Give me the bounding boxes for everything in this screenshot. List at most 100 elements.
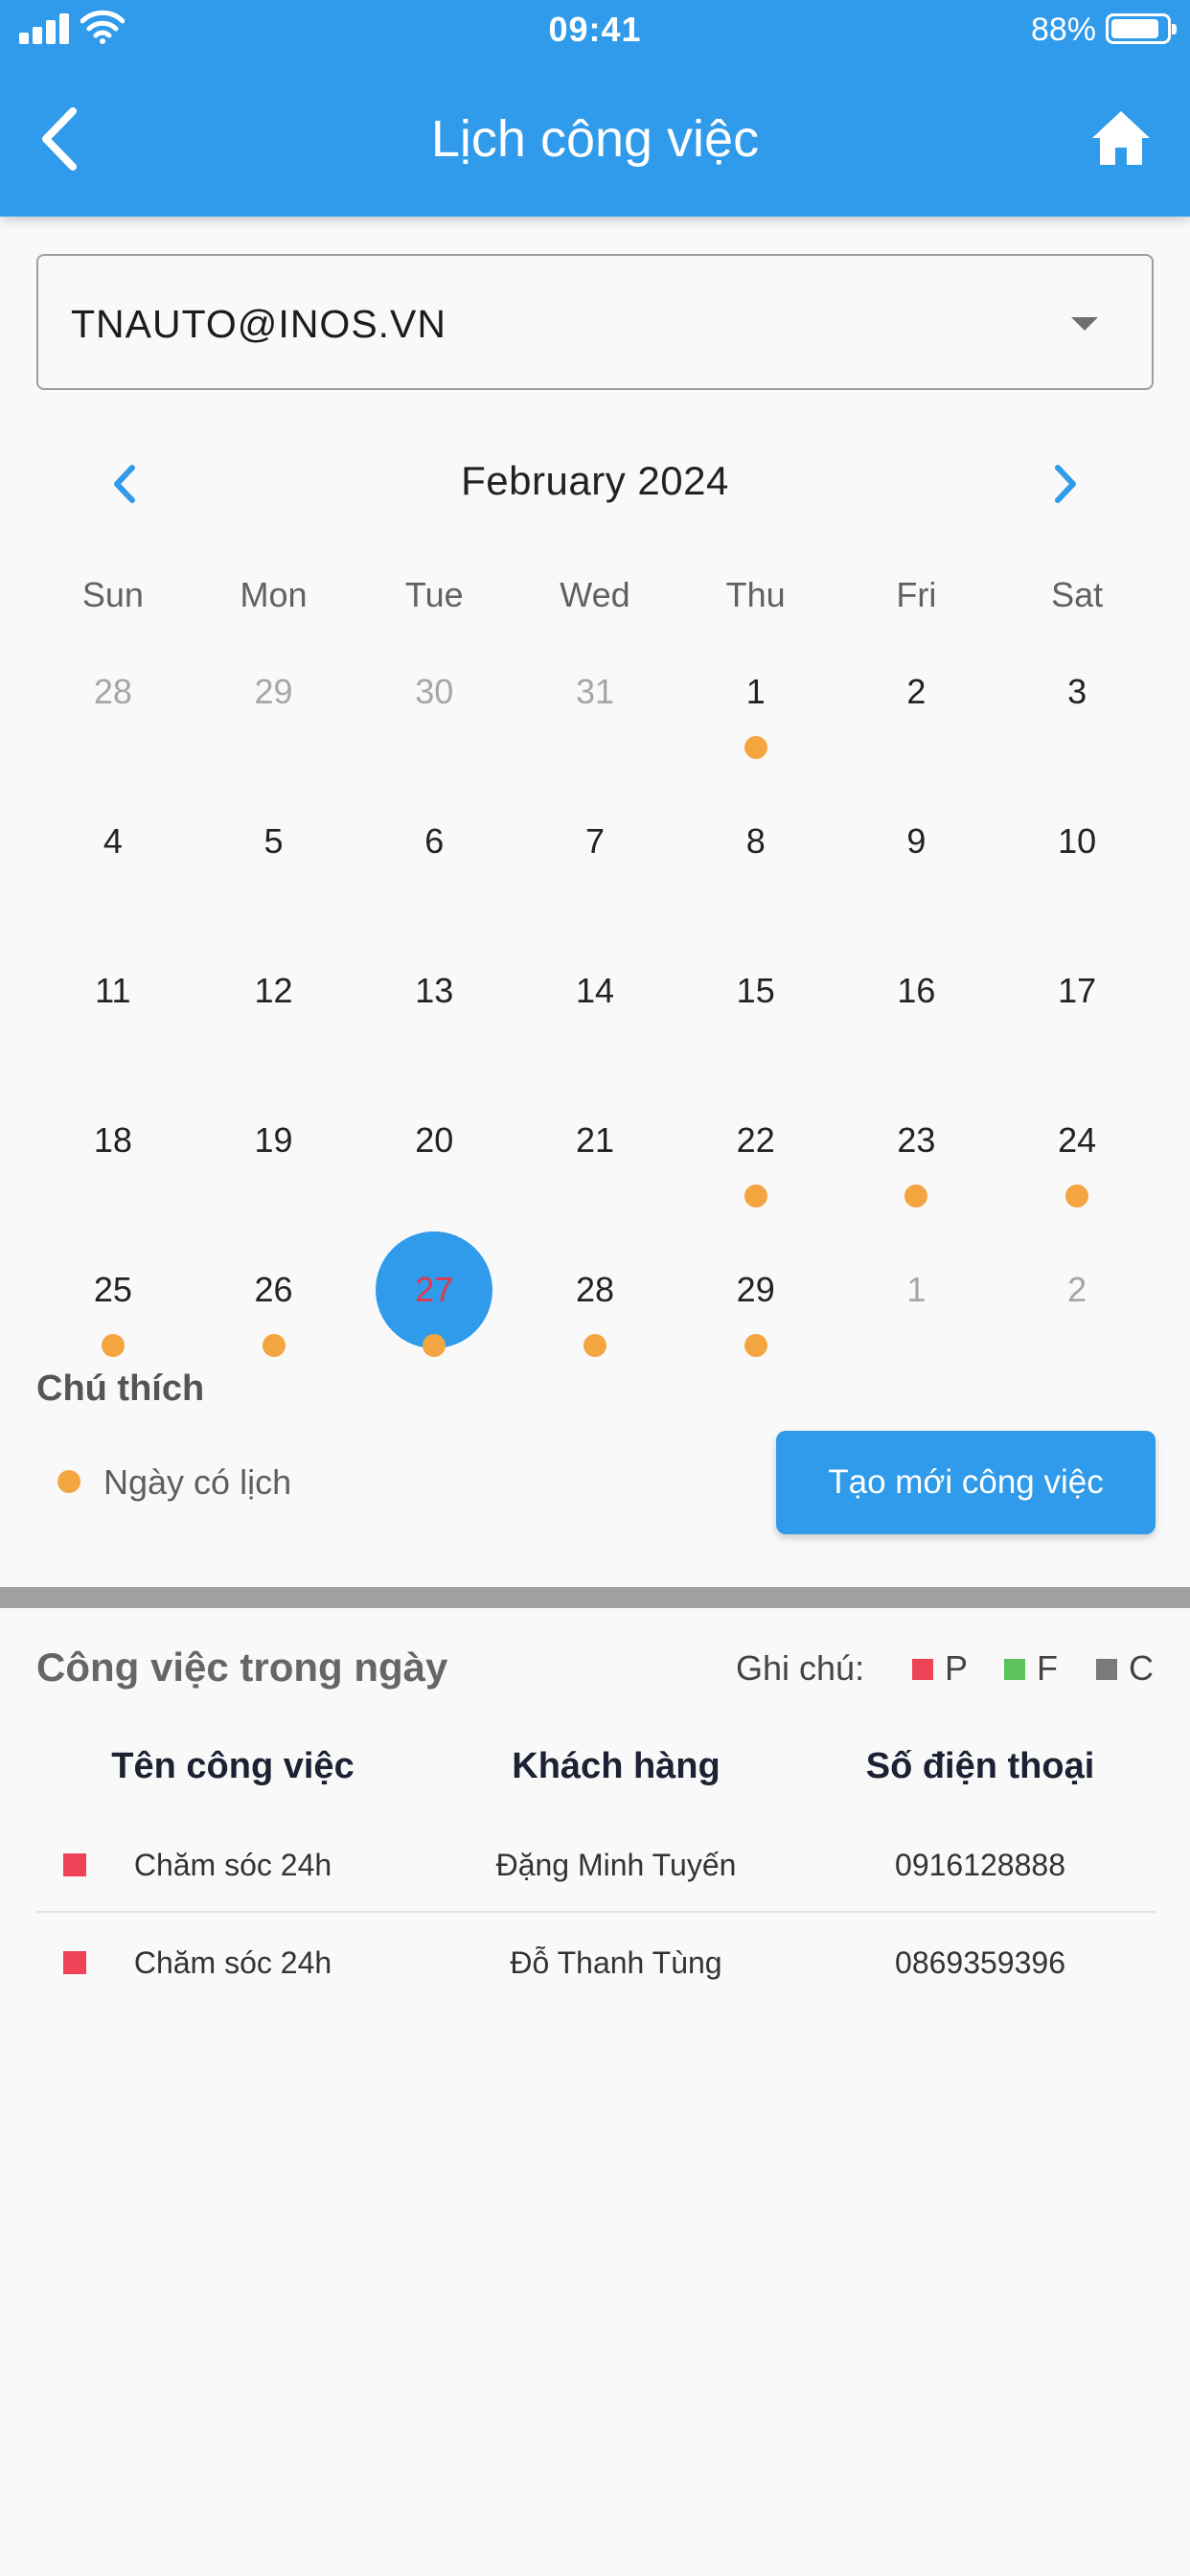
- calendar-day[interactable]: 26: [194, 1230, 355, 1380]
- day-number: 5: [263, 821, 284, 861]
- calendar-day[interactable]: 13: [354, 932, 515, 1081]
- day-number: 18: [93, 1120, 132, 1160]
- calendar-day[interactable]: 28: [33, 632, 194, 782]
- event-dot-icon: [904, 1184, 928, 1208]
- calendar-days-grid: 28 29 30 31 1 2 3 4 5 6 7 8 9 10 11 12 13 14 15 16 17 18 19 20 2…: [33, 632, 1157, 1380]
- day-number: 27: [415, 1270, 454, 1309]
- calendar-day[interactable]: 1: [675, 632, 836, 782]
- day-number: 24: [1058, 1120, 1097, 1160]
- event-dot-icon: [583, 1334, 606, 1357]
- day-number: 1: [906, 1270, 927, 1309]
- table-row[interactable]: Chăm sóc 24h Đặng Minh Tuyến 0916128888: [36, 1815, 1156, 1913]
- status-c-square-icon: [1096, 1659, 1117, 1680]
- status-square-icon: [63, 1951, 86, 1974]
- day-number: 15: [736, 971, 775, 1010]
- section-divider: [0, 1587, 1190, 1608]
- event-dot-icon: [744, 1334, 767, 1357]
- calendar-day[interactable]: 20: [354, 1081, 515, 1230]
- day-number: 20: [415, 1120, 454, 1160]
- customer-cell: Đặng Minh Tuyến: [495, 1848, 737, 1882]
- calendar-day[interactable]: 10: [996, 782, 1157, 932]
- app-bar: Lịch công việc: [0, 59, 1190, 217]
- calendar-day[interactable]: 3: [996, 632, 1157, 782]
- calendar-day[interactable]: 2: [836, 632, 997, 782]
- day-number: 25: [93, 1270, 132, 1309]
- create-task-button[interactable]: Tạo mới công việc: [776, 1431, 1156, 1534]
- event-dot-icon: [262, 1334, 286, 1357]
- day-number: 22: [736, 1120, 775, 1160]
- calendar-day[interactable]: 29: [675, 1230, 836, 1380]
- tasks-section-title: Công việc trong ngày: [36, 1644, 448, 1690]
- day-number: 28: [575, 1270, 615, 1309]
- calendar-day[interactable]: 12: [194, 932, 355, 1081]
- day-number: 10: [1058, 821, 1097, 861]
- calendar-day[interactable]: 6: [354, 782, 515, 932]
- day-number: 2: [906, 672, 927, 711]
- weekday-header-row: Sun Mon Tue Wed Thu Fri Sat: [33, 575, 1157, 615]
- day-number: 2: [1067, 1270, 1087, 1309]
- day-number: 26: [254, 1270, 293, 1309]
- calendar-day[interactable]: 18: [33, 1081, 194, 1230]
- caret-down-icon: [1071, 317, 1098, 331]
- day-number: 3: [1067, 672, 1087, 711]
- calendar-day[interactable]: 15: [675, 932, 836, 1081]
- table-row[interactable]: Chăm sóc 24h Đỗ Thanh Tùng 0869359396: [36, 1913, 1156, 2011]
- calendar-day[interactable]: 28: [515, 1230, 675, 1380]
- column-header-customer: Khách hàng: [512, 1746, 721, 1786]
- calendar-day[interactable]: 22: [675, 1081, 836, 1230]
- day-number: 14: [575, 971, 615, 1010]
- status-f-square-icon: [1004, 1659, 1025, 1680]
- calendar-day[interactable]: 5: [194, 782, 355, 932]
- day-number: 16: [897, 971, 936, 1010]
- calendar-month-label: February 2024: [461, 458, 729, 503]
- calendar-header: February 2024: [0, 450, 1190, 518]
- phone-cell: 0916128888: [895, 1848, 1065, 1882]
- legend-label: Ngày có lịch: [103, 1462, 292, 1502]
- customer-cell: Đỗ Thanh Tùng: [510, 1945, 722, 1980]
- column-header-phone: Số điện thoại: [865, 1746, 1095, 1786]
- calendar-day[interactable]: 2: [996, 1230, 1157, 1380]
- calendar-day[interactable]: 23: [836, 1081, 997, 1230]
- task-name-cell: Chăm sóc 24h: [133, 1945, 332, 1980]
- calendar-day[interactable]: 11: [33, 932, 194, 1081]
- day-number: 6: [424, 821, 445, 861]
- calendar-day[interactable]: 4: [33, 782, 194, 932]
- day-number: 21: [575, 1120, 615, 1160]
- calendar-day[interactable]: 1: [836, 1230, 997, 1380]
- calendar-day[interactable]: 24: [996, 1081, 1157, 1230]
- calendar-day[interactable]: 21: [515, 1081, 675, 1230]
- battery-percentage: 88%: [1030, 12, 1096, 48]
- day-number: 13: [415, 971, 454, 1010]
- phone-cell: 0869359396: [895, 1945, 1065, 1980]
- app-header: 09:41 88% Lịch công việc: [0, 0, 1190, 217]
- tasks-table-header: Tên công việc Khách hàng Số điện thoại: [36, 1746, 1156, 1806]
- day-number: 7: [584, 821, 605, 861]
- day-number: 30: [415, 672, 454, 711]
- event-dot-icon: [101, 1334, 125, 1357]
- calendar-day[interactable]: 7: [515, 782, 675, 932]
- task-name-cell: Chăm sóc 24h: [133, 1848, 332, 1882]
- weekday-label: Sat: [1051, 575, 1104, 614]
- calendar-day[interactable]: 14: [515, 932, 675, 1081]
- calendar-day[interactable]: 19: [194, 1081, 355, 1230]
- calendar-day[interactable]: 16: [836, 932, 997, 1081]
- day-number: 23: [897, 1120, 936, 1160]
- calendar-day[interactable]: 17: [996, 932, 1157, 1081]
- calendar-day[interactable]: 9: [836, 782, 997, 932]
- note-f-label: F: [1037, 1648, 1058, 1688]
- day-number: 17: [1058, 971, 1097, 1010]
- calendar-day[interactable]: 30: [354, 632, 515, 782]
- account-dropdown[interactable]: TNAUTO@INOS.VN: [36, 254, 1154, 390]
- event-dot-icon: [1065, 1184, 1089, 1208]
- calendar-day[interactable]: 8: [675, 782, 836, 932]
- day-number: 9: [906, 821, 927, 861]
- home-button[interactable]: [1090, 107, 1152, 169]
- calendar-day-selected[interactable]: 27: [354, 1230, 515, 1380]
- status-bar: 09:41 88%: [0, 0, 1190, 59]
- calendar-day[interactable]: 25: [33, 1230, 194, 1380]
- status-p-square-icon: [912, 1659, 933, 1680]
- note-label: Ghi chú:: [736, 1648, 865, 1688]
- calendar-day[interactable]: 31: [515, 632, 675, 782]
- calendar-day[interactable]: 29: [194, 632, 355, 782]
- next-month-button[interactable]: [1046, 460, 1085, 508]
